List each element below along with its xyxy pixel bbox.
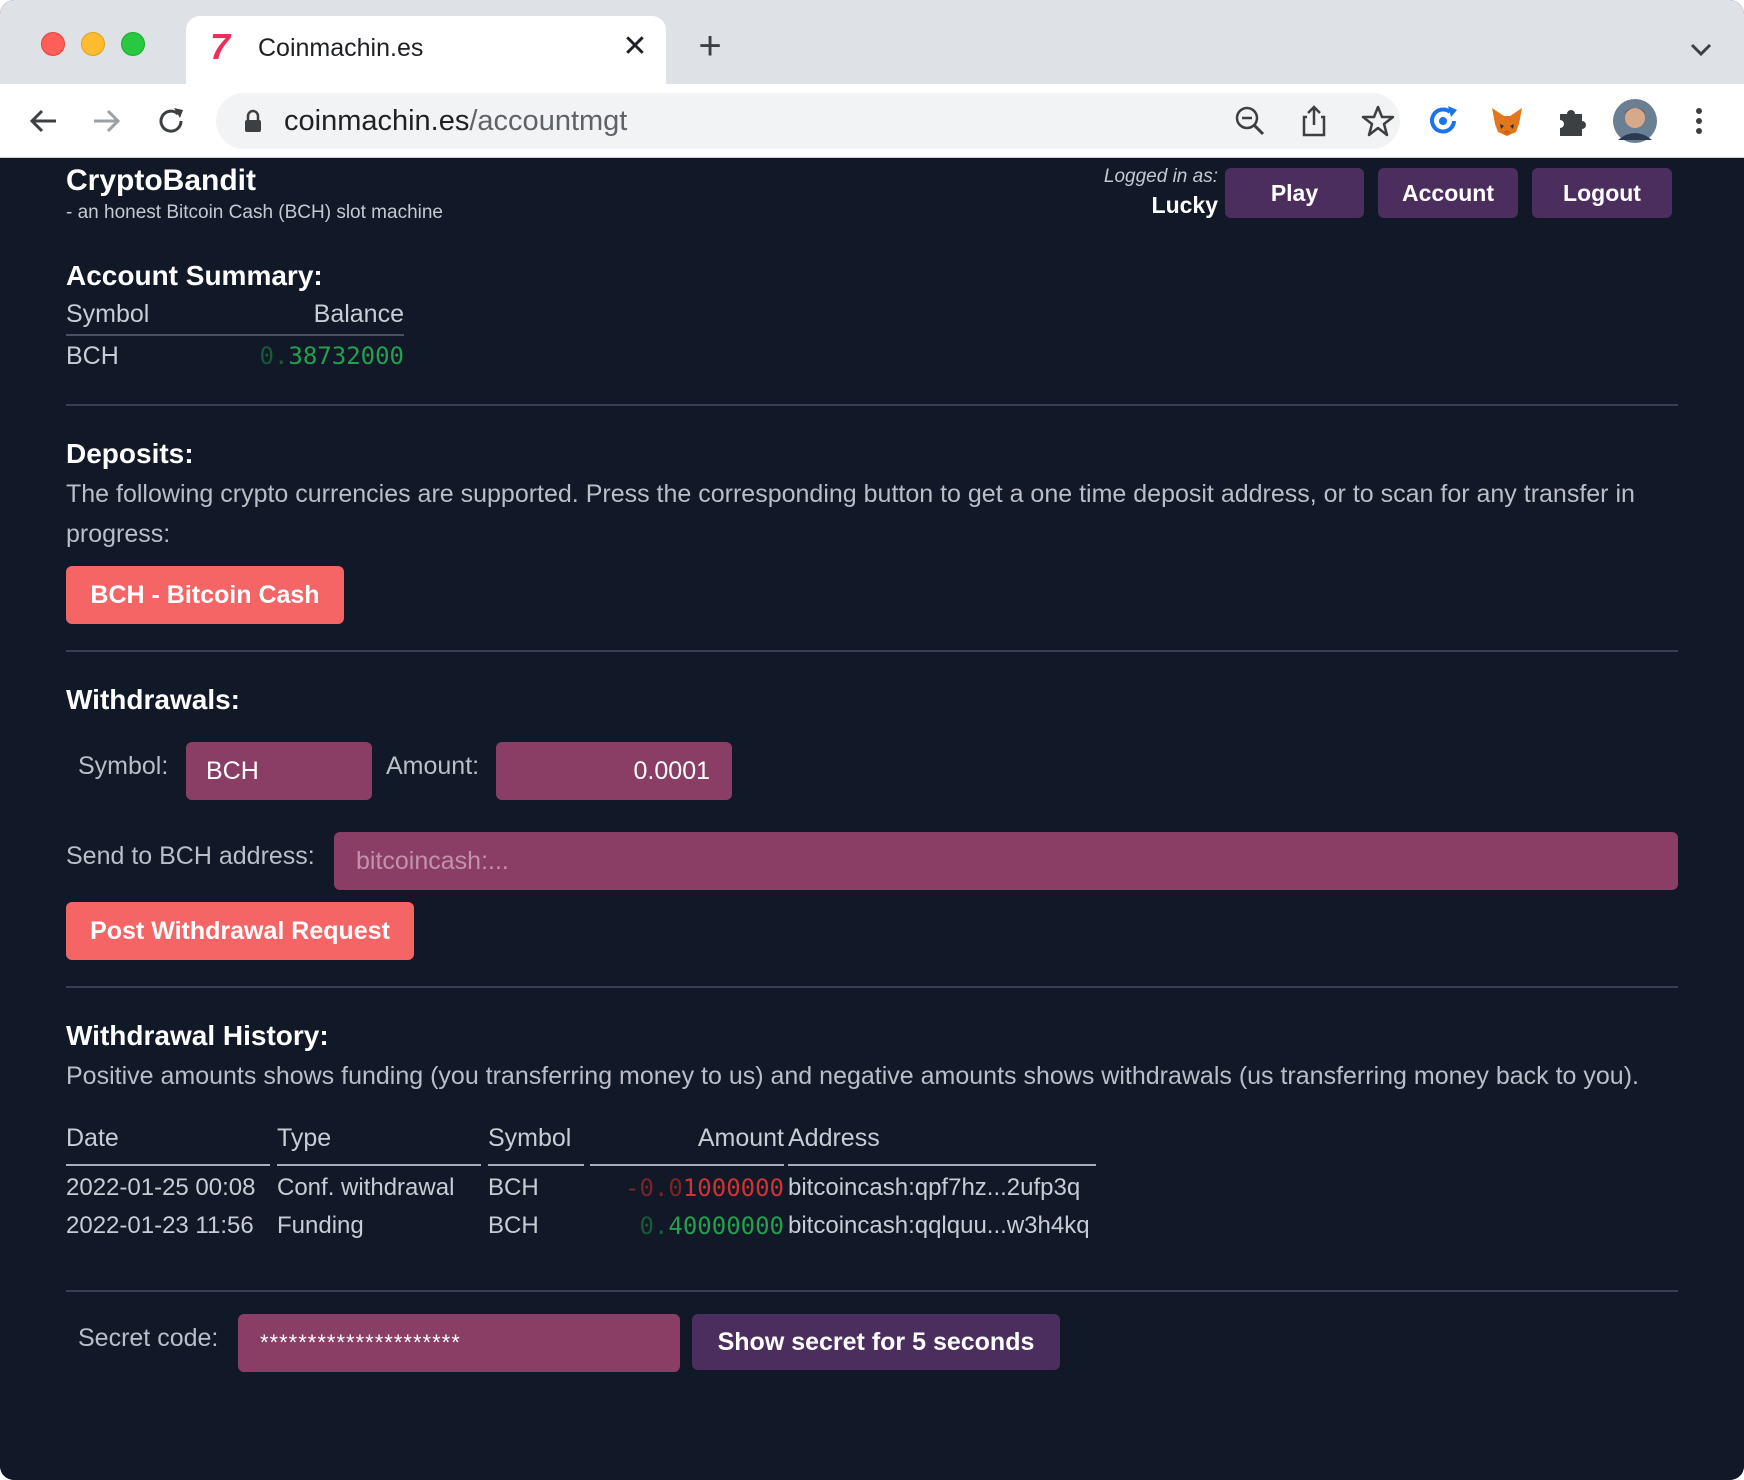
summary-row: BCH 0.38732000 <box>66 336 404 380</box>
logged-in-username: Lucky <box>1151 192 1218 218</box>
secret-code-field[interactable] <box>238 1314 680 1372</box>
history-date: 2022-01-23 11:56 <box>66 1212 254 1239</box>
browser-menu-icon[interactable] <box>1680 102 1718 140</box>
summary-symbol: BCH <box>66 342 119 370</box>
reload-icon[interactable] <box>152 102 190 140</box>
deposits-heading: Deposits: <box>66 438 194 469</box>
history-amount: 0.40000000 <box>639 1212 785 1240</box>
metamask-fox-icon[interactable] <box>1488 102 1526 140</box>
play-button[interactable]: Play <box>1225 168 1364 218</box>
share-icon[interactable] <box>1296 103 1332 139</box>
summary-col-symbol: Symbol <box>66 300 150 328</box>
back-icon[interactable] <box>24 102 62 140</box>
lock-icon[interactable] <box>242 109 264 133</box>
site-tagline: - an honest Bitcoin Cash (BCH) slot mach… <box>66 202 443 223</box>
withdrawals-heading: Withdrawals: <box>66 684 240 715</box>
divider <box>66 1290 1678 1292</box>
window-minimize-button[interactable] <box>81 32 105 56</box>
secret-code-label: Secret code: <box>78 1324 219 1352</box>
favicon-icon: 7 <box>210 26 231 67</box>
divider <box>66 986 1678 988</box>
deposit-bch-button[interactable]: BCH - Bitcoin Cash <box>66 566 344 624</box>
new-tab-icon[interactable]: + <box>692 26 728 66</box>
deposits-description: The following crypto currencies are supp… <box>66 480 1635 548</box>
history-col-symbol: Symbol <box>488 1124 584 1166</box>
summary-col-balance: Balance <box>313 300 404 328</box>
history-symbol: BCH <box>488 1174 539 1201</box>
history-address: bitcoincash:qpf7hz...2ufp3q <box>788 1174 1081 1201</box>
logout-button[interactable]: Logout <box>1532 168 1672 218</box>
browser-window: 7 Coinmachin.es ✕ + coinmachin.es/accoun… <box>0 0 1744 1480</box>
post-withdrawal-button[interactable]: Post Withdrawal Request <box>66 902 414 960</box>
summary-balance: 0.38732000 <box>259 342 405 370</box>
refresh-extension-icon[interactable] <box>1424 102 1462 140</box>
browser-tab[interactable]: 7 Coinmachin.es ✕ <box>186 16 666 84</box>
account-summary-table: Symbol Balance BCH 0.38732000 <box>66 298 404 380</box>
history-col-address: Address <box>788 1124 1096 1166</box>
withdraw-symbol-field[interactable] <box>186 742 372 800</box>
history-address: bitcoincash:qqlquu...w3h4kq <box>788 1212 1090 1239</box>
tab-strip: 7 Coinmachin.es ✕ + <box>0 0 1744 84</box>
account-button[interactable]: Account <box>1378 168 1518 218</box>
bookmark-star-icon[interactable] <box>1360 103 1396 139</box>
history-amount: -0.01000000 <box>625 1174 784 1202</box>
history-type: Funding <box>277 1212 364 1239</box>
history-heading: Withdrawal History: <box>66 1020 329 1051</box>
chevron-down-icon[interactable] <box>1686 34 1716 64</box>
avatar[interactable] <box>1612 98 1658 144</box>
summary-header-row: Symbol Balance <box>66 298 404 336</box>
divider <box>66 650 1678 652</box>
site-title[interactable]: CryptoBandit <box>66 164 256 198</box>
show-secret-button[interactable]: Show secret for 5 seconds <box>692 1314 1060 1370</box>
history-col-date: Date <box>66 1124 270 1166</box>
zoom-out-icon[interactable] <box>1232 103 1268 139</box>
extensions-puzzle-icon[interactable] <box>1552 102 1590 140</box>
withdraw-amount-field[interactable] <box>496 742 732 800</box>
history-col-amount: Amount <box>590 1124 784 1166</box>
withdraw-address-input[interactable] <box>334 832 1678 890</box>
history-type: Conf. withdrawal <box>277 1174 455 1201</box>
divider <box>66 404 1678 406</box>
history-symbol: BCH <box>488 1212 539 1239</box>
window-maximize-button[interactable] <box>121 32 145 56</box>
withdraw-symbol-label: Symbol: <box>78 752 169 780</box>
browser-toolbar: coinmachin.es/accountmgt <box>0 84 1744 158</box>
history-date: 2022-01-25 00:08 <box>66 1174 256 1201</box>
tab-title: Coinmachin.es <box>258 34 424 62</box>
url-text[interactable]: coinmachin.es/accountmgt <box>284 105 627 138</box>
logged-in-label: Logged in as: <box>1103 166 1218 187</box>
history-col-type: Type <box>277 1124 481 1166</box>
history-description: Positive amounts shows funding (you tran… <box>66 1062 1639 1090</box>
tab-close-icon[interactable]: ✕ <box>618 30 652 64</box>
address-bar[interactable]: coinmachin.es/accountmgt <box>216 93 1400 149</box>
window-close-button[interactable] <box>41 32 65 56</box>
withdraw-amount-label: Amount: <box>386 752 480 780</box>
page-content: CryptoBandit - an honest Bitcoin Cash (B… <box>0 158 1744 1480</box>
account-summary-heading: Account Summary: <box>66 260 323 291</box>
forward-icon[interactable] <box>88 102 126 140</box>
withdraw-address-label: Send to BCH address: <box>66 842 315 870</box>
